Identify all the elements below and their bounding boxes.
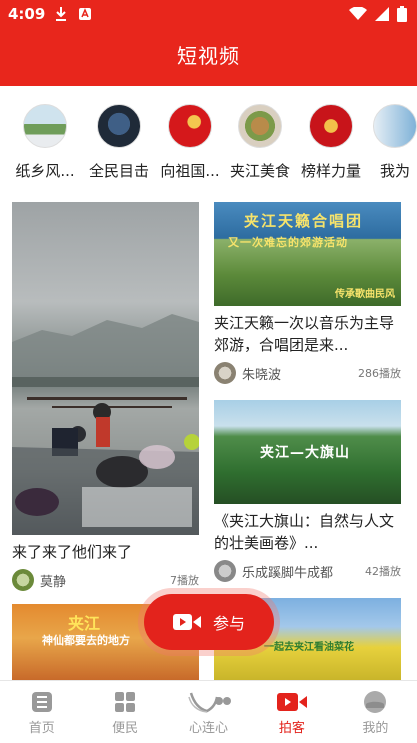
video-caption[interactable]: 来了来了他们来了 <box>12 541 199 563</box>
banner-subtitle: 又一次难忘的郊游活动 <box>228 236 348 249</box>
avatar[interactable] <box>12 569 34 591</box>
video-thumbnail[interactable] <box>12 202 199 535</box>
category-thumbnail <box>168 104 212 148</box>
category-label: 榜样力量 <box>300 162 361 180</box>
app-header: 短视频 <box>0 30 417 86</box>
tab-label: 拍客 <box>278 721 305 736</box>
battery-icon <box>397 6 407 22</box>
banner-subtitle: 一起去夹江看油菜花 <box>264 642 354 653</box>
category-label: 纸乡风... <box>15 162 75 180</box>
tab-heart-connect[interactable]: 心连心 <box>167 681 250 743</box>
status-time: 4:09 <box>8 5 46 23</box>
tab-label: 便民 <box>112 721 139 736</box>
tab-label: 首页 <box>28 721 55 736</box>
category-label: 我为 <box>379 162 410 180</box>
category-label: 全民目击 <box>88 162 149 180</box>
play-count: 7播放 <box>170 574 199 587</box>
banner-subtitle: 神仙都要去的地方 <box>42 634 130 647</box>
signal-icon <box>375 7 389 21</box>
category-thumbnail <box>23 104 67 148</box>
wifi-icon <box>349 7 367 20</box>
video-card[interactable]: 夹江—大旗山 《夹江大旗山：自然与人文的壮美画卷》... 乐成蹊脚牛成都 42播… <box>214 400 401 582</box>
participate-button[interactable]: 参与 <box>144 594 274 650</box>
banner-title: 夹江—大旗山 <box>260 445 350 461</box>
banner-title: 夹江 <box>68 614 101 633</box>
author-name[interactable]: 莫静 <box>40 571 66 590</box>
video-meta: 乐成蹊脚牛成都 42播放 <box>214 560 401 582</box>
app-notification-icon <box>79 8 91 20</box>
bottom-tab-bar: 首页 便民 心连心 拍客 我的 <box>0 680 417 743</box>
video-card[interactable]: 来了来了他们来了 莫静 7播放 <box>12 202 199 591</box>
tab-paike[interactable]: 拍客 <box>250 681 333 743</box>
author-name[interactable]: 乐成蹊脚牛成都 <box>242 562 333 581</box>
play-count: 42播放 <box>365 565 401 578</box>
category-thumbnail <box>373 104 417 148</box>
category-item[interactable]: 向祖国... <box>153 100 227 181</box>
play-count: 286播放 <box>358 367 401 380</box>
tab-services[interactable]: 便民 <box>83 681 166 743</box>
status-notification-icons <box>54 6 92 22</box>
video-thumbnail[interactable]: 夹江天籁合唱团 又一次难忘的郊游活动 传承歌曲民风 <box>214 202 401 306</box>
category-scroller[interactable]: 纸乡风... 全民目击 向祖国... 夹江美食 榜样力量 我为 <box>0 100 417 190</box>
status-bar: 4:09 <box>0 0 417 30</box>
tab-label: 我的 <box>362 721 389 736</box>
category-label: 夹江美食 <box>229 162 290 180</box>
tab-home[interactable]: 首页 <box>0 681 83 743</box>
tab-mine[interactable]: 我的 <box>334 681 417 743</box>
video-meta: 朱晓波 286播放 <box>214 362 401 384</box>
category-thumbnail <box>309 104 353 148</box>
category-item[interactable]: 全民目击 <box>82 100 156 181</box>
video-caption[interactable]: 《夹江大旗山：自然与人文的壮美画卷》... <box>214 510 401 554</box>
heart-connect-logo-icon <box>187 692 231 713</box>
category-label: 向祖国... <box>160 162 220 180</box>
banner-title: 夹江天籁合唱团 <box>244 212 364 230</box>
video-camera-icon <box>276 693 307 711</box>
video-thumbnail[interactable]: 夹江—大旗山 <box>214 400 401 504</box>
category-item[interactable]: 纸乡风... <box>8 100 82 181</box>
download-icon <box>56 7 66 21</box>
category-thumbnail <box>97 104 141 148</box>
category-item[interactable]: 夹江美食 <box>223 100 297 181</box>
category-thumbnail <box>238 104 282 148</box>
video-camera-icon <box>172 614 201 630</box>
author-name[interactable]: 朱晓波 <box>242 364 281 383</box>
tab-label: 心连心 <box>189 721 229 736</box>
page-title: 短视频 <box>177 44 240 68</box>
avatar[interactable] <box>214 362 236 384</box>
category-item[interactable]: 我为 <box>358 100 417 181</box>
banner-tag: 传承歌曲民风 <box>335 289 395 300</box>
video-caption[interactable]: 夹江天籁一次以音乐为主导郊游，合唱团是来... <box>214 312 401 356</box>
profile-avatar-icon <box>364 691 387 713</box>
avatar[interactable] <box>214 560 236 582</box>
river-scene-illustration <box>12 314 199 535</box>
grid-icon <box>115 692 136 712</box>
video-meta: 莫静 7播放 <box>12 569 199 591</box>
category-item[interactable]: 榜样力量 <box>294 100 368 181</box>
video-card[interactable]: 夹江天籁合唱团 又一次难忘的郊游活动 传承歌曲民风 夹江天籁一次以音乐为主导郊游… <box>214 202 401 384</box>
participate-label: 参与 <box>212 614 245 633</box>
home-icon <box>31 692 52 712</box>
status-system-icons <box>349 6 407 22</box>
